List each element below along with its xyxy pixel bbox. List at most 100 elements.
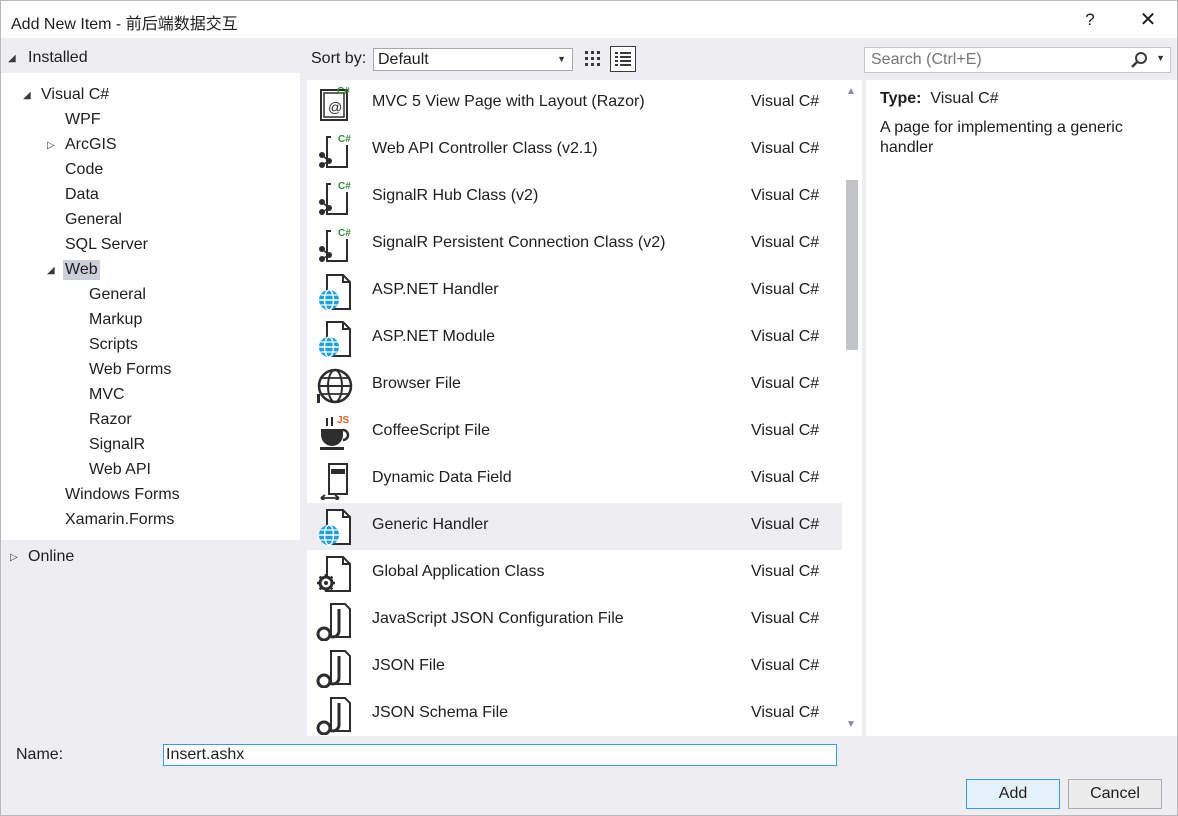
svg-text:C#: C#: [338, 228, 351, 239]
template-item[interactable]: C# SignalR Persistent Connection Class (v…: [307, 221, 842, 268]
item-description: A page for implementing a generic handle…: [880, 119, 1123, 156]
svg-text:JS: JS: [337, 415, 350, 426]
close-button[interactable]: ✕: [1125, 1, 1171, 39]
tree-item[interactable]: Windows Forms: [63, 483, 182, 507]
template-item[interactable]: ASP.NET Module Visual C#: [307, 315, 842, 362]
tree-item[interactable]: SQL Server: [63, 233, 150, 257]
template-item[interactable]: Global Application Class Visual C#: [307, 550, 842, 597]
template-item[interactable]: Generic Handler Visual C#: [307, 503, 842, 550]
template-item-language: Visual C#: [751, 281, 820, 298]
tree-item[interactable]: SignalR: [87, 433, 147, 457]
list-view-icon[interactable]: [610, 46, 636, 72]
template-item[interactable]: C# SignalR Hub Class (v2) Visual C#: [307, 174, 842, 221]
template-item-name: CoffeeScript File: [372, 422, 490, 439]
template-item-name: JSON File: [372, 657, 445, 674]
template-item-name: ASP.NET Handler: [372, 281, 499, 298]
tree-item[interactable]: Web API: [87, 458, 153, 482]
csharp-class-icon: C#: [315, 131, 355, 171]
sort-by-value: Default: [378, 51, 429, 68]
search-options-chevron-icon[interactable]: ▼: [1156, 53, 1165, 63]
tree-item-label: SignalR: [89, 436, 146, 453]
template-item-language: Visual C#: [751, 328, 820, 345]
name-input[interactable]: [164, 745, 836, 765]
template-item[interactable]: Browser File Visual C#: [307, 362, 842, 409]
installed-label: Installed: [28, 49, 88, 66]
template-item-name: Global Application Class: [372, 563, 545, 580]
collapsed-arrow-icon[interactable]: ▷: [47, 140, 57, 151]
scroll-thumb[interactable]: [846, 180, 858, 350]
sort-by-label: Sort by:: [311, 50, 367, 67]
template-item-language: Visual C#: [751, 187, 820, 204]
tree-item-label: WPF: [65, 111, 101, 128]
tree-item[interactable]: Xamarin.Forms: [63, 508, 176, 532]
template-item[interactable]: @ C# MVC 5 View Page with Layout (Razor) Vi…: [307, 80, 842, 127]
template-tree: ◢ Visual C# WPF ▷ ArcGIS Code Data General SQL S…: [1, 73, 300, 540]
search-box[interactable]: ▼: [864, 47, 1171, 73]
template-item-language: Visual C#: [751, 469, 820, 486]
tree-item[interactable]: Web Forms: [87, 358, 173, 382]
type-label: Type:: [880, 90, 922, 107]
template-item-name: Browser File: [372, 375, 461, 392]
tree-item[interactable]: Code: [63, 158, 105, 182]
template-item-name: Generic Handler: [372, 516, 489, 533]
tree-item-label: Web Forms: [89, 361, 172, 378]
item-type: Type: Visual C#: [880, 90, 1163, 108]
type-value: Visual C#: [930, 90, 999, 107]
razor-page-icon: @ C#: [315, 84, 355, 124]
search-icon[interactable]: [1130, 51, 1148, 69]
tree-item-label: Web API: [89, 461, 151, 478]
expanded-arrow-icon[interactable]: ◢: [47, 265, 57, 276]
tree-item-label: Razor: [89, 411, 132, 428]
template-item[interactable]: ASP.NET Handler Visual C#: [307, 268, 842, 315]
item-list-scrollbar[interactable]: ▲ ▼: [842, 80, 862, 736]
template-item[interactable]: JavaScript JSON Configuration File Visual…: [307, 597, 842, 644]
tree-item[interactable]: Scripts: [87, 333, 140, 357]
tree-item[interactable]: ◢ Visual C#: [23, 83, 111, 107]
scroll-down-icon[interactable]: ▼: [846, 719, 856, 730]
title-bar: Add New Item - 前后端数据交互 ? ✕: [0, 0, 1178, 38]
template-item[interactable]: JSON File Visual C#: [307, 644, 842, 691]
chevron-down-icon: ▼: [557, 54, 566, 64]
template-item-name: ASP.NET Module: [372, 328, 496, 345]
help-button[interactable]: ?: [1067, 1, 1113, 39]
small-icons-view-icon[interactable]: [582, 47, 604, 71]
tree-item-label: MVC: [89, 386, 125, 403]
search-input[interactable]: [865, 48, 1125, 72]
tree-item[interactable]: General: [87, 283, 148, 307]
tree-item[interactable]: WPF: [63, 108, 103, 132]
tree-item-label: Windows Forms: [65, 486, 180, 503]
tree-item[interactable]: ◢ Web: [47, 258, 100, 282]
globe-file-icon: [315, 272, 355, 312]
template-item[interactable]: JS CoffeeScript File Visual C#: [307, 409, 842, 456]
template-item-name: Dynamic Data Field: [372, 469, 512, 486]
sort-by-select[interactable]: Default ▼: [373, 48, 573, 71]
details-panel: Type: Visual C# A page for implementing …: [866, 80, 1177, 736]
expanded-arrow-icon: ◢: [8, 52, 16, 64]
json-file-icon: [315, 695, 355, 736]
tree-item[interactable]: Markup: [87, 308, 144, 332]
add-button[interactable]: Add: [966, 779, 1060, 809]
json-file-icon: [315, 601, 355, 642]
online-header[interactable]: ▷ Online: [10, 548, 74, 566]
installed-header[interactable]: ◢ Installed: [8, 47, 88, 69]
template-item[interactable]: Dynamic Data Field Visual C#: [307, 456, 842, 503]
scroll-up-icon[interactable]: ▲: [846, 86, 856, 97]
tree-item[interactable]: ▷ ArcGIS: [47, 133, 119, 157]
globe-file-icon: [315, 319, 355, 359]
expanded-arrow-icon[interactable]: ◢: [23, 90, 33, 101]
template-item[interactable]: JSON Schema File Visual C#: [307, 691, 842, 736]
svg-text:C#: C#: [338, 181, 351, 192]
tree-item[interactable]: MVC: [87, 383, 127, 407]
window-title: Add New Item - 前后端数据交互: [11, 16, 238, 33]
name-field[interactable]: [163, 744, 837, 766]
template-item-language: Visual C#: [751, 234, 820, 251]
template-item-name: JSON Schema File: [372, 704, 509, 721]
cancel-button[interactable]: Cancel: [1068, 779, 1162, 809]
tree-item[interactable]: Data: [63, 183, 101, 207]
tree-item-label: ArcGIS: [65, 136, 117, 153]
tree-item[interactable]: Razor: [87, 408, 134, 432]
template-item-name: SignalR Hub Class (v2): [372, 187, 539, 204]
tree-item[interactable]: General: [63, 208, 124, 232]
template-item-name: JavaScript JSON Configuration File: [372, 610, 624, 627]
template-item[interactable]: C# Web API Controller Class (v2.1) Visual …: [307, 127, 842, 174]
